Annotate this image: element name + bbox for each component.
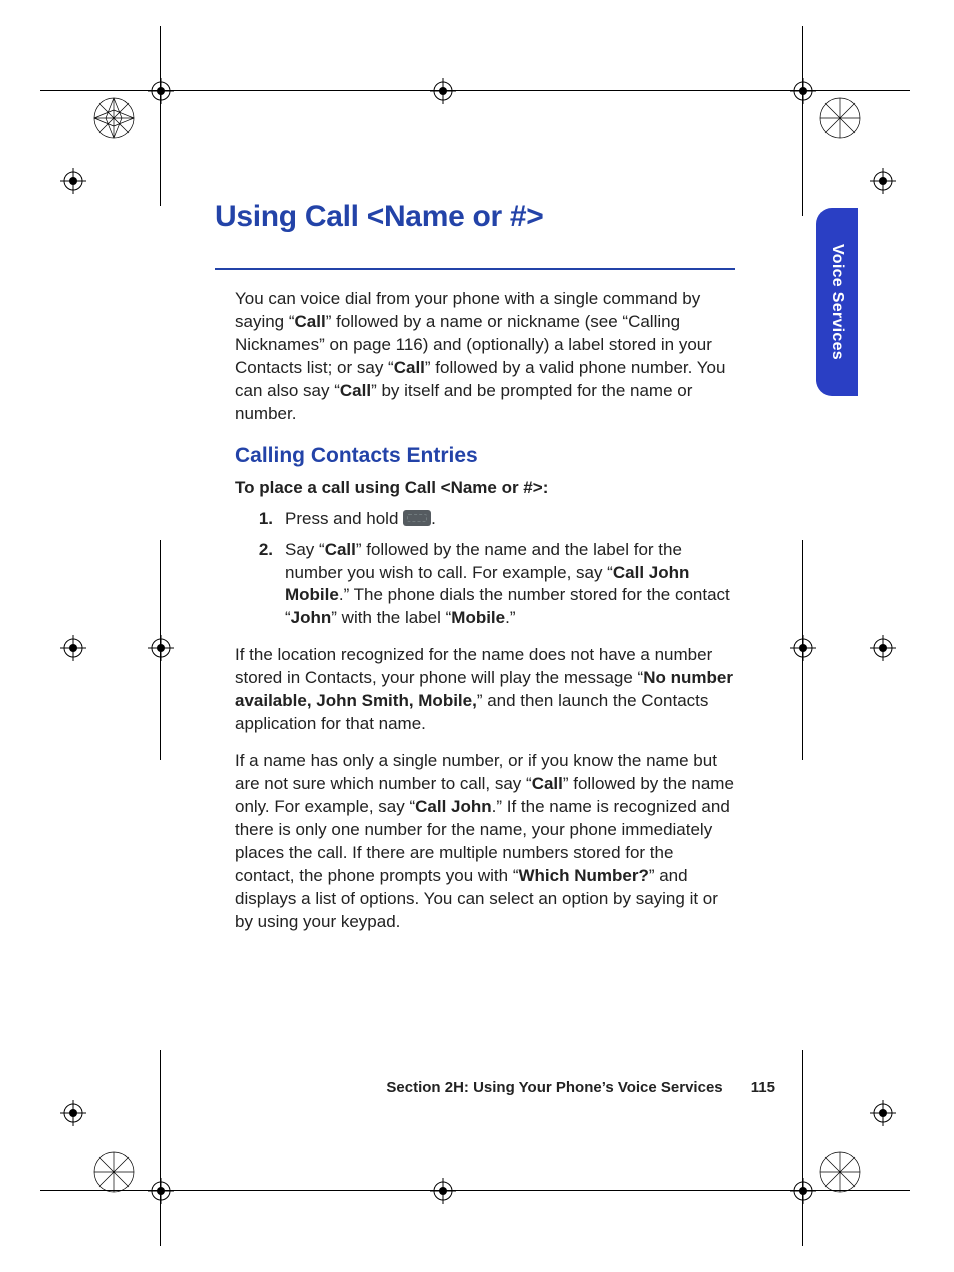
registration-mark-icon xyxy=(148,635,174,661)
starburst-icon xyxy=(818,96,862,140)
list-item: 1. Press and hold . xyxy=(255,508,735,531)
bold-text: Call xyxy=(340,381,371,400)
text: Press and hold xyxy=(285,509,403,528)
intro-paragraph: You can voice dial from your phone with … xyxy=(235,288,735,426)
list-item: 2. Say “Call” followed by the name and t… xyxy=(255,539,735,631)
list-body: Say “Call” followed by the name and the … xyxy=(285,539,735,631)
registration-mark-icon xyxy=(870,1100,896,1126)
bold-text: John xyxy=(291,608,332,627)
text: ” with the label “ xyxy=(331,608,451,627)
text: . xyxy=(431,509,436,528)
bold-text: Call xyxy=(532,774,563,793)
page-number: 115 xyxy=(751,1079,775,1096)
registration-mark-icon xyxy=(790,635,816,661)
bold-text: Mobile xyxy=(451,608,505,627)
bold-text: Call xyxy=(295,312,326,331)
page-content: Using Call <Name or #> You can voice dia… xyxy=(215,200,735,948)
starburst-icon xyxy=(92,1150,136,1194)
registration-mark-icon xyxy=(870,635,896,661)
registration-mark-icon xyxy=(60,168,86,194)
procedure-leadin: To place a call using Call <Name or #>: xyxy=(235,478,548,497)
list-body: Press and hold . xyxy=(285,508,735,531)
body-paragraph: If a name has only a single number, or i… xyxy=(235,750,735,934)
crop-line xyxy=(802,26,803,216)
list-number: 2. xyxy=(255,539,273,631)
section-tab: Voice Services xyxy=(816,208,858,396)
registration-mark-icon xyxy=(60,635,86,661)
sub-heading: Calling Contacts Entries xyxy=(235,444,735,468)
registration-mark-icon xyxy=(870,168,896,194)
crop-line xyxy=(160,26,161,206)
bold-text: Call xyxy=(325,540,356,559)
list-number: 1. xyxy=(255,508,273,531)
registration-mark-icon xyxy=(430,1178,456,1204)
section-tab-label: Voice Services xyxy=(828,244,846,360)
ordered-list: 1. Press and hold . 2. Say “Call” follow… xyxy=(255,508,735,631)
crop-line xyxy=(802,1050,803,1246)
registration-mark-icon xyxy=(60,1100,86,1126)
text: Say “ xyxy=(285,540,325,559)
registration-mark-icon xyxy=(430,78,456,104)
registration-mark-icon xyxy=(148,1178,174,1204)
body-paragraph: If the location recognized for the name … xyxy=(235,644,735,736)
text: .” xyxy=(505,608,515,627)
text: If the location recognized for the name … xyxy=(235,645,712,687)
talk-key-icon xyxy=(403,510,431,526)
page-title: Using Call <Name or #> xyxy=(215,200,735,240)
page-footer: Section 2H: Using Your Phone’s Voice Ser… xyxy=(215,1079,775,1096)
registration-mark-icon xyxy=(790,78,816,104)
footer-section-label: Section 2H: Using Your Phone’s Voice Ser… xyxy=(386,1079,722,1096)
title-underline xyxy=(215,268,735,270)
starburst-icon xyxy=(92,96,136,140)
bold-text: Call xyxy=(394,358,425,377)
crop-line xyxy=(160,1050,161,1246)
registration-mark-icon xyxy=(790,1178,816,1204)
starburst-icon xyxy=(818,1150,862,1194)
page-title-block: Using Call <Name or #> xyxy=(215,200,735,270)
registration-mark-icon xyxy=(148,78,174,104)
bold-text: Call John xyxy=(415,797,492,816)
bold-text: Which Number? xyxy=(519,866,649,885)
